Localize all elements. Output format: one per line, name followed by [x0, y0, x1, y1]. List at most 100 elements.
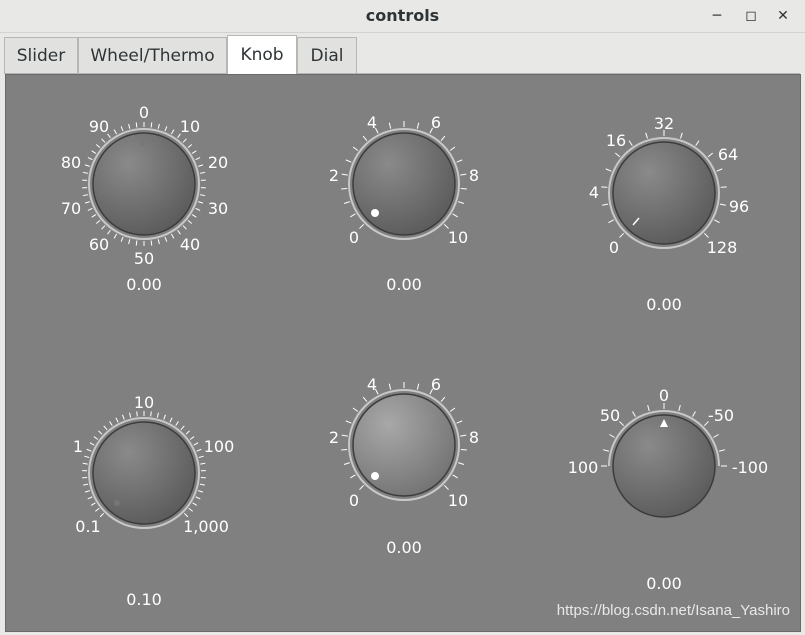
scale-tick — [91, 150, 97, 154]
scale-tick — [345, 159, 352, 163]
scale-tick — [720, 186, 727, 188]
scale-tick — [359, 484, 365, 490]
close-icon[interactable]: ✕ — [772, 6, 794, 26]
scale-tick — [388, 383, 392, 390]
tab-slider[interactable]: Slider — [4, 37, 78, 73]
scale-tick — [195, 207, 201, 211]
scale-tick — [388, 122, 392, 129]
scale-tick — [198, 164, 204, 167]
maximize-icon[interactable]: ◻ — [740, 6, 762, 26]
scale-tick — [150, 240, 153, 246]
scale-tick — [416, 383, 420, 390]
knob-2[interactable] — [348, 128, 460, 240]
scale-tick — [458, 462, 465, 465]
scale-tick — [602, 203, 609, 206]
knob-indicator — [140, 140, 146, 146]
scale-tick — [164, 126, 168, 132]
scale-tick — [135, 240, 138, 246]
knob-5[interactable] — [348, 389, 460, 501]
scale-tick — [157, 123, 160, 129]
scale-label: 0 — [609, 238, 619, 257]
scale-label: 2 — [329, 428, 339, 447]
tab-wheel-thermo[interactable]: Wheel/Thermo — [78, 37, 227, 73]
scale-tick — [199, 483, 205, 486]
scale-tick — [150, 122, 153, 128]
scale-label: 10 — [448, 491, 468, 510]
scale-label: 50 — [134, 249, 154, 268]
scale-label: 10 — [134, 393, 154, 412]
scale-tick — [150, 411, 152, 417]
scale-tick — [608, 219, 614, 224]
scale-tick — [91, 214, 97, 218]
scale-tick — [135, 122, 138, 128]
scale-tick — [95, 507, 100, 512]
knob-value: 0.00 — [386, 538, 422, 557]
scale-tick — [350, 474, 356, 479]
scale-tick — [120, 236, 124, 242]
window-title: controls — [365, 6, 440, 25]
scale-tick — [416, 122, 420, 129]
scale-tick — [713, 434, 719, 438]
scale-label: -50 — [708, 406, 734, 425]
scale-tick — [187, 219, 193, 224]
scale-tick — [86, 448, 92, 452]
scale-tick — [107, 229, 111, 235]
tab-bar: Slider Wheel/Thermo Knob Dial — [4, 35, 800, 74]
tab-knob[interactable]: Knob — [227, 35, 297, 74]
scale-tick — [177, 229, 181, 235]
scale-tick — [195, 157, 201, 161]
scale-tick — [632, 411, 636, 417]
scale-tick — [136, 411, 138, 417]
scale-label: 40 — [180, 235, 200, 254]
scale-tick — [678, 405, 681, 412]
scale-label: 100 — [204, 437, 235, 456]
scale-tick — [171, 233, 175, 239]
scale-tick — [440, 135, 446, 141]
scale-tick — [171, 129, 175, 135]
scale-tick — [113, 129, 117, 135]
scale-tick — [362, 396, 368, 402]
scale-label: 4 — [367, 375, 377, 394]
knob-6[interactable] — [608, 410, 720, 518]
scale-tick — [707, 152, 714, 158]
scale-label: 64 — [718, 145, 738, 164]
knob-1[interactable] — [88, 128, 200, 240]
scale-label: 2 — [329, 166, 339, 185]
scale-tick — [456, 159, 463, 163]
minimize-icon[interactable]: ─ — [706, 6, 728, 26]
scale-tick — [718, 449, 725, 452]
scale-tick — [192, 502, 198, 506]
knob-3[interactable] — [608, 137, 720, 249]
scale-tick — [343, 201, 350, 204]
scale-tick — [83, 171, 89, 174]
scale-tick — [345, 420, 352, 424]
scale-tick — [169, 417, 173, 423]
scale-tick — [449, 407, 456, 412]
scale-tick — [87, 207, 93, 211]
scale-tick — [440, 396, 446, 402]
scale-tick — [99, 512, 105, 518]
scale-label: 90 — [89, 117, 109, 136]
scale-tick — [458, 201, 465, 204]
scale-tick — [645, 132, 648, 139]
knob-value: 0.00 — [646, 574, 682, 593]
scale-tick — [128, 239, 131, 245]
knob-value: 0.10 — [126, 590, 162, 609]
scale-tick — [103, 425, 108, 430]
knob-4[interactable] — [88, 417, 200, 529]
scale-label: 30 — [208, 199, 228, 218]
scale-tick — [341, 173, 348, 176]
knobs-canvas: 0 10 20 30 40 50 60 70 80 90 0.00 0 2 4 … — [61, 103, 768, 609]
scale-label: 128 — [707, 238, 738, 257]
knob-panel: 0 10 20 30 40 50 60 70 80 90 0.00 0 2 4 … — [5, 74, 801, 632]
scale-tick — [164, 236, 168, 242]
scale-tick — [87, 496, 93, 500]
scale-label: 10 — [180, 117, 200, 136]
scale-tick — [115, 417, 119, 423]
scale-tick — [195, 496, 201, 500]
scale-tick — [84, 201, 90, 204]
scale-tick — [101, 225, 106, 230]
tab-dial[interactable]: Dial — [297, 37, 357, 73]
knob-value: 0.00 — [646, 295, 682, 314]
knob-indicator — [114, 500, 120, 506]
